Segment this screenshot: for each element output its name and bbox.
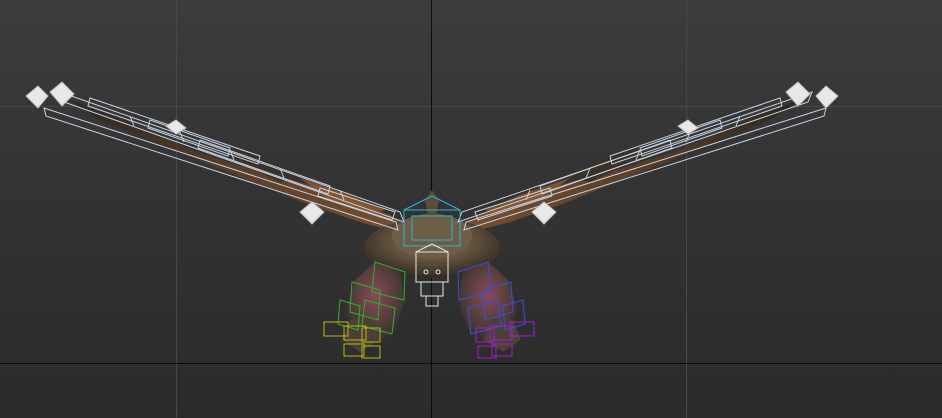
right-wing-mesh[interactable] [462,100,800,232]
viewport[interactable] [0,0,942,418]
scene-canvas[interactable] [0,0,942,418]
left-wing-mesh[interactable] [70,100,405,232]
